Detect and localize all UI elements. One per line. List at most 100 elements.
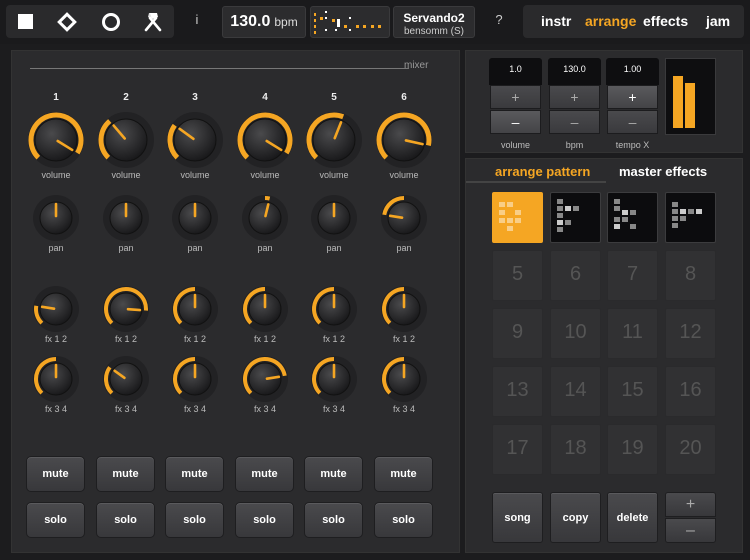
copy-button[interactable]: copy — [550, 492, 601, 543]
tools-button[interactable] — [136, 5, 170, 38]
pattern-preview-cell — [622, 217, 628, 222]
fx12-knob-ch5[interactable]: fx 1 2 — [310, 285, 358, 347]
tab-instr[interactable]: instr — [541, 13, 571, 29]
decrement-button[interactable]: – — [490, 110, 541, 134]
tab-effects[interactable]: effects — [643, 13, 688, 29]
solo-button-ch5[interactable]: solo — [304, 502, 363, 538]
knob-label: volume — [111, 170, 141, 180]
fx12-knob-ch3[interactable]: fx 1 2 — [171, 285, 219, 347]
knob-label: fx 3 4 — [183, 404, 206, 414]
mute-button-ch6[interactable]: mute — [374, 456, 433, 492]
increment-button[interactable]: + — [549, 85, 600, 109]
pattern-slot-17[interactable]: 17 — [492, 424, 543, 475]
knob-label: volume — [41, 170, 71, 180]
solo-button-ch6[interactable]: solo — [374, 502, 433, 538]
pattern-slot-7[interactable]: 7 — [607, 250, 658, 301]
pan-knob-ch2[interactable]: pan — [102, 194, 150, 256]
solo-button-ch4[interactable]: solo — [235, 502, 294, 538]
fx34-knob-ch5[interactable]: fx 3 4 — [310, 355, 358, 417]
pattern-slot-14[interactable]: 14 — [550, 366, 601, 417]
channel-number: 6 — [401, 92, 407, 103]
tab-arrange[interactable]: arrange — [585, 13, 636, 29]
pattern-slot-2[interactable] — [550, 192, 601, 243]
pattern-slot-13[interactable]: 13 — [492, 366, 543, 417]
volume-knob-ch6[interactable]: volume — [375, 111, 433, 183]
pattern-slot-5[interactable]: 5 — [492, 250, 543, 301]
fx12-knob-ch2[interactable]: fx 1 2 — [102, 285, 150, 347]
pattern-slot-8[interactable]: 8 — [665, 250, 716, 301]
add-pattern-button[interactable]: + — [665, 492, 716, 517]
solo-button-ch2[interactable]: solo — [96, 502, 155, 538]
tab-jam[interactable]: jam — [706, 13, 730, 29]
pattern-slot-20[interactable]: 20 — [665, 424, 716, 475]
song-button[interactable]: song — [492, 492, 543, 543]
mute-button-ch2[interactable]: mute — [96, 456, 155, 492]
pattern-number: 16 — [679, 379, 702, 401]
mute-button-ch3[interactable]: mute — [165, 456, 224, 492]
volume-knob-ch2[interactable]: volume — [97, 111, 155, 183]
sequence-preview[interactable] — [310, 6, 390, 38]
pattern-slot-3[interactable] — [607, 192, 658, 243]
pattern-slot-9[interactable]: 9 — [492, 308, 543, 359]
fx34-knob-ch4[interactable]: fx 3 4 — [241, 355, 289, 417]
delete-button[interactable]: delete — [607, 492, 658, 543]
pan-knob-ch3[interactable]: pan — [171, 194, 219, 256]
pattern-slot-12[interactable]: 12 — [665, 308, 716, 359]
increment-button[interactable]: + — [490, 85, 541, 109]
fx12-knob-ch6[interactable]: fx 1 2 — [380, 285, 428, 347]
pattern-preview-cell — [507, 202, 513, 207]
pattern-number: 19 — [621, 437, 644, 459]
song-info[interactable]: Servando2 bensomm (S) — [393, 6, 475, 38]
stepper-value: 1.00 — [606, 58, 659, 85]
volume-knob-ch1[interactable]: volume — [27, 111, 85, 183]
record-button[interactable] — [94, 5, 128, 38]
fx12-knob-ch4[interactable]: fx 1 2 — [241, 285, 289, 347]
pattern-slot-6[interactable]: 6 — [550, 250, 601, 301]
tab-master-effects[interactable]: master effects — [619, 164, 707, 179]
pattern-preview-cell — [614, 199, 620, 204]
play-button[interactable] — [50, 5, 84, 38]
solo-button-ch3[interactable]: solo — [165, 502, 224, 538]
pan-knob-ch1[interactable]: pan — [32, 194, 80, 256]
pattern-slot-11[interactable]: 11 — [607, 308, 658, 359]
pattern-slot-1[interactable] — [492, 192, 543, 243]
pattern-slot-16[interactable]: 16 — [665, 366, 716, 417]
pan-knob-ch6[interactable]: pan — [380, 194, 428, 256]
volume-knob-ch3[interactable]: volume — [166, 111, 224, 183]
pattern-slot-18[interactable]: 18 — [550, 424, 601, 475]
decrement-button[interactable]: – — [607, 110, 658, 134]
pattern-preview-cell — [507, 218, 513, 223]
remove-pattern-button[interactable]: – — [665, 518, 716, 543]
fx34-knob-ch1[interactable]: fx 3 4 — [32, 355, 80, 417]
volume-knob-ch5[interactable]: volume — [305, 111, 363, 183]
pattern-slot-10[interactable]: 10 — [550, 308, 601, 359]
tab-arrange-pattern[interactable]: arrange pattern — [495, 164, 590, 179]
knob-label: pan — [187, 243, 203, 253]
volume-knob-ch4[interactable]: volume — [236, 111, 294, 183]
pan-knob-ch5[interactable]: pan — [310, 194, 358, 256]
mute-button-ch4[interactable]: mute — [235, 456, 294, 492]
pattern-number: 7 — [626, 263, 639, 285]
bpm-display[interactable]: 130.0 bpm — [222, 6, 306, 38]
mute-button-ch5[interactable]: mute — [304, 456, 363, 492]
mute-button-ch1[interactable]: mute — [26, 456, 85, 492]
fx12-knob-ch1[interactable]: fx 1 2 — [32, 285, 80, 347]
help-button[interactable]: ? — [490, 12, 508, 32]
solo-button-ch1[interactable]: solo — [26, 502, 85, 538]
pattern-slot-4[interactable] — [665, 192, 716, 243]
pattern-number: 15 — [621, 379, 644, 401]
pattern-slot-15[interactable]: 15 — [607, 366, 658, 417]
increment-button[interactable]: + — [607, 85, 658, 109]
pattern-preview-cell — [672, 209, 678, 214]
fx34-knob-ch2[interactable]: fx 3 4 — [102, 355, 150, 417]
bpm-value: 130.0 — [230, 13, 271, 30]
pattern-slot-19[interactable]: 19 — [607, 424, 658, 475]
decrement-button[interactable]: – — [549, 110, 600, 134]
pattern-number: 18 — [564, 437, 587, 459]
fx34-knob-ch3[interactable]: fx 3 4 — [171, 355, 219, 417]
knob-label: volume — [250, 170, 280, 180]
stop-button[interactable] — [8, 5, 42, 38]
info-button[interactable]: i — [188, 12, 206, 32]
fx34-knob-ch6[interactable]: fx 3 4 — [380, 355, 428, 417]
pan-knob-ch4[interactable]: pan — [241, 194, 289, 256]
